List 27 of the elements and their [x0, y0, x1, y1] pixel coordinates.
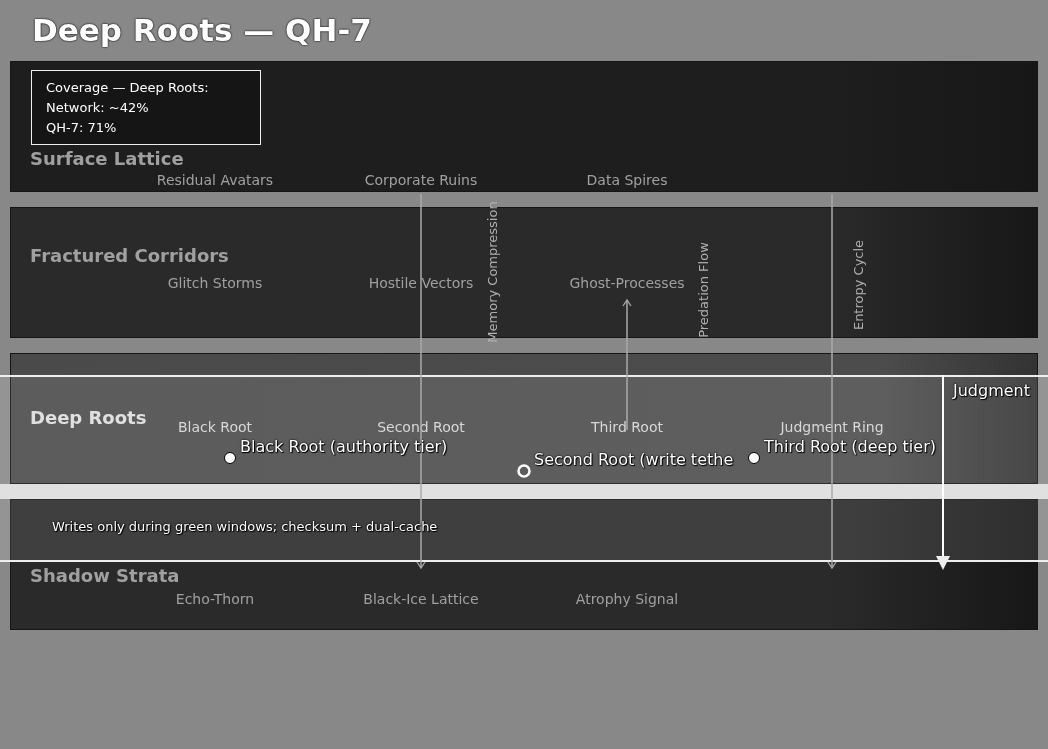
flow-label: Entropy Cycle: [850, 239, 866, 331]
note-text: Writes only during green windows; checksum + dual-cache: [52, 519, 438, 534]
node-label: Data Spires: [586, 172, 668, 188]
node-label: Judgment Ring: [780, 419, 884, 435]
node-label: Black-Ice Lattice: [363, 591, 479, 607]
marker-label: Black Root (authority tier): [240, 437, 448, 456]
node-label: Ghost-Processes: [569, 275, 685, 291]
node-label: Second Root: [377, 419, 465, 435]
page-title: Deep Roots — QH-7: [32, 12, 372, 48]
layer-name: Fractured Corridors: [30, 245, 229, 266]
node-label: Third Root: [591, 419, 663, 435]
legend-text: Network: ~42%: [46, 99, 150, 116]
flow-label: Predation Flow: [695, 242, 711, 338]
legend-text: Coverage — Deep Roots:: [46, 79, 210, 96]
node-label: Black Root: [178, 419, 252, 435]
node-label: Glitch Storms: [167, 275, 263, 291]
marker-label: Third Root (deep tier): [764, 437, 936, 456]
node-label: Residual Avatars: [156, 172, 274, 188]
legend-text: QH-7: 71%: [46, 119, 118, 136]
marker-label: Second Root (write tethe: [534, 450, 734, 469]
node-label: Corporate Ruins: [364, 172, 478, 188]
layer-name: Shadow Strata: [30, 565, 180, 586]
node-label: Echo-Thorn: [175, 591, 255, 607]
layer-name: Surface Lattice: [30, 148, 184, 169]
layer-name: Deep Roots: [30, 407, 147, 428]
tether-label: Judgment: [953, 381, 1030, 400]
node-label: Atrophy Signal: [575, 591, 679, 607]
